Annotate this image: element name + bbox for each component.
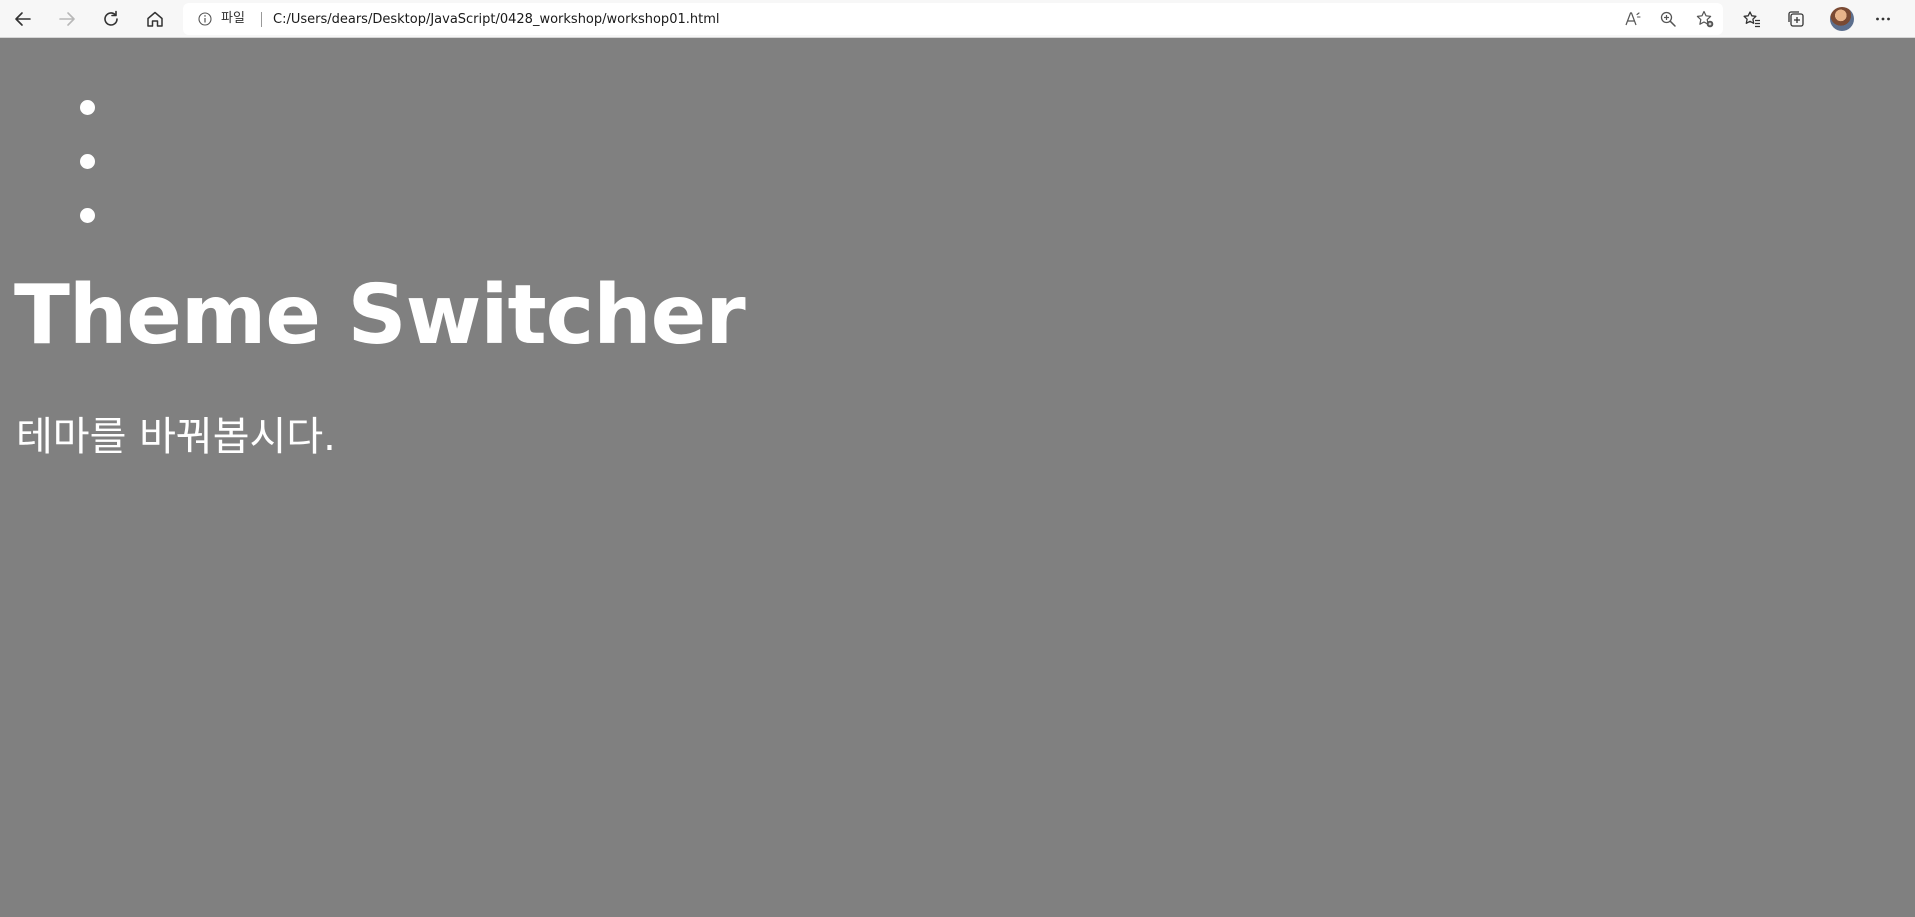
scheme-label: 파일 (221, 11, 245, 26)
page-subtitle: 테마를 바꿔봅시다. (16, 414, 336, 460)
refresh-button[interactable] (95, 3, 127, 35)
forward-button[interactable] (51, 3, 83, 35)
browser-toolbar: 파일 C:/Users/dears/Desktop/JavaScript/042… (0, 0, 1915, 38)
avatar[interactable] (1830, 7, 1854, 31)
add-favorite-button[interactable] (1694, 8, 1716, 30)
page-content: Theme Switcher 테마를 바꿔봅시다. (0, 38, 1915, 917)
home-button[interactable] (139, 3, 171, 35)
address-bar[interactable]: 파일 C:/Users/dears/Desktop/JavaScript/042… (183, 3, 1723, 35)
zoom-icon (1660, 11, 1676, 27)
favorites-button[interactable] (1736, 3, 1768, 35)
zoom-button[interactable] (1657, 8, 1679, 30)
more-button[interactable] (1867, 3, 1899, 35)
favorite-add-icon (1696, 10, 1714, 28)
address-separator (261, 12, 262, 27)
read-aloud-icon (1625, 12, 1641, 26)
back-arrow-icon (15, 12, 31, 26)
list-item[interactable] (80, 100, 95, 115)
collections-button[interactable] (1780, 3, 1812, 35)
refresh-icon (104, 10, 118, 26)
url-text[interactable]: C:/Users/dears/Desktop/JavaScript/0428_w… (273, 12, 719, 28)
read-aloud-button[interactable] (1622, 8, 1644, 30)
back-button[interactable] (7, 3, 39, 35)
info-icon[interactable] (198, 12, 212, 26)
favorites-icon (1743, 11, 1760, 28)
list-item[interactable] (80, 154, 95, 169)
list-item[interactable] (80, 208, 95, 223)
collections-icon (1788, 11, 1804, 27)
home-icon (147, 11, 163, 27)
more-icon (1876, 17, 1890, 21)
forward-arrow-icon (59, 12, 75, 26)
page-title: Theme Switcher (14, 268, 746, 363)
